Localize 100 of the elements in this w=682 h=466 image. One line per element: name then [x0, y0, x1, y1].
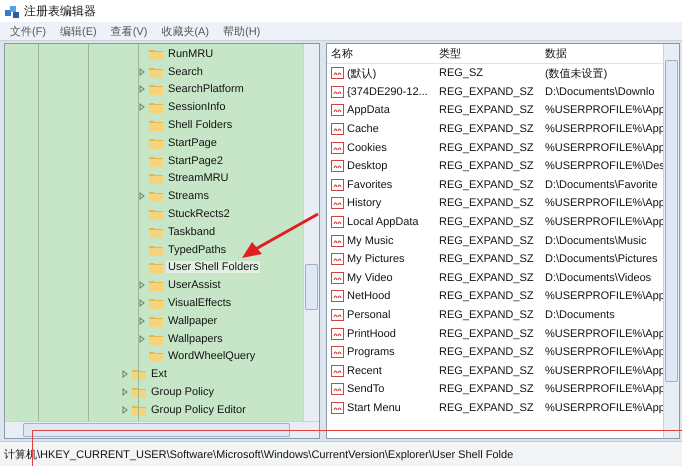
expand-arrow-icon[interactable]: [138, 103, 146, 112]
string-value-icon: [331, 382, 345, 396]
tree-item[interactable]: Ext: [149, 368, 169, 380]
table-cell-text: %USERPROFILE%\App: [544, 216, 661, 228]
string-value-icon: [331, 289, 345, 304]
tree-item[interactable]: StartPage2: [166, 154, 226, 167]
tree-item[interactable]: Wallpapers: [166, 332, 225, 345]
table-cell-text: REG_EXPAND_SZ: [438, 253, 535, 266]
tree-item[interactable]: SearchPlatform: [166, 83, 246, 96]
table-cell: Desktop: [347, 160, 388, 172]
tree-item[interactable]: Group Policy: [149, 386, 216, 398]
table-cell-text: %USERPROFILE%\App: [544, 383, 661, 396]
table-cell-text: REG_EXPAND_SZ: [438, 197, 535, 210]
expand-arrow-icon[interactable]: [121, 406, 129, 414]
table-cell-text: %USERPROFILE%\Des: [544, 160, 661, 172]
string-value-icon: [331, 159, 345, 174]
tree-item[interactable]: WordWheelQuery: [166, 350, 258, 362]
table-cell-text: REG_EXPAND_SZ: [438, 309, 535, 322]
string-value-icon: [331, 84, 345, 99]
string-value-icon: [331, 178, 345, 192]
tree-item[interactable]: SessionInfo: [166, 101, 228, 114]
string-value-icon: [331, 252, 345, 266]
table-cell: Personal: [347, 309, 390, 322]
table-cell: Local AppData: [347, 216, 419, 228]
table-cell: History: [347, 197, 382, 210]
table-cell-text: REG_EXPAND_SZ: [438, 328, 535, 340]
expand-arrow-icon[interactable]: [138, 299, 146, 308]
table-cell: My Pictures: [347, 253, 404, 266]
expand-arrow-icon[interactable]: [138, 316, 146, 325]
table-cell-text: %USERPROFILE%\App: [544, 402, 661, 414]
table-cell-text: REG_EXPAND_SZ: [438, 160, 535, 172]
tree-item[interactable]: StreamMRU: [166, 172, 231, 184]
tree-item[interactable]: StuckRects2: [166, 208, 232, 220]
vertical-scrollbar[interactable]: [663, 44, 679, 438]
string-value-icon: [331, 326, 345, 341]
tree-item[interactable]: Group Policy Editor: [149, 404, 248, 416]
expand-arrow-icon[interactable]: [121, 388, 129, 396]
menu-item[interactable]: 查看(V): [110, 24, 148, 38]
table-cell-text: REG_EXPAND_SZ: [438, 142, 535, 154]
horizontal-scrollbar[interactable]: [5, 421, 319, 438]
expand-arrow-icon[interactable]: [138, 192, 146, 200]
tree-item[interactable]: TypedPaths: [166, 244, 228, 256]
column-header[interactable]: 数据: [543, 46, 661, 61]
menu-item[interactable]: 文件(F): [10, 24, 46, 38]
tree-item[interactable]: StartPage: [166, 136, 219, 149]
table-cell-text: (数值未设置): [544, 66, 608, 81]
table-cell-text: D:\Documents\Music: [544, 234, 648, 247]
vertical-scrollbar[interactable]: [303, 44, 319, 421]
table-cell-text: (默认): [347, 66, 376, 81]
table-cell: Cookies: [347, 142, 387, 154]
tree-item[interactable]: RunMRU: [166, 48, 216, 60]
menu-item[interactable]: 收藏夹(A): [161, 24, 210, 38]
tree-item[interactable]: UserAssist: [166, 279, 223, 292]
string-value-icon: [331, 400, 345, 415]
tree-item[interactable]: User Shell Folders: [166, 261, 260, 274]
string-value-icon: [331, 234, 345, 248]
table-cell: Favorites: [347, 178, 392, 191]
expand-arrow-icon[interactable]: [138, 334, 146, 343]
tree-item[interactable]: Shell Folders: [166, 119, 234, 132]
table-cell-text: REG_EXPAND_SZ: [438, 402, 535, 414]
table-cell-text: REG_EXPAND_SZ: [438, 290, 535, 302]
string-value-icon: [331, 103, 345, 118]
table-cell-text: %USERPROFILE%\App: [544, 346, 661, 358]
table-cell-text: %USERPROFILE%\App: [544, 290, 661, 302]
table-cell-text: %USERPROFILE%\App: [544, 364, 661, 377]
tree-item[interactable]: Search: [166, 66, 205, 78]
table-cell-text: %USERPROFILE%\App: [544, 328, 661, 340]
tree-item[interactable]: Streams: [166, 190, 211, 202]
table-cell-text: D:\Documents\Downlo: [544, 86, 656, 98]
tree-item[interactable]: VisualEffects: [166, 297, 234, 310]
tree-item[interactable]: Taskband: [166, 226, 218, 238]
menu-item[interactable]: 编辑(E): [60, 24, 97, 38]
cubes-icon: [4, 3, 20, 19]
window-title: 注册表编辑器: [24, 2, 96, 20]
table-cell-text: D:\Documents\Videos: [544, 272, 652, 284]
string-value-icon: [331, 364, 345, 378]
column-header[interactable]: 类型: [435, 46, 543, 61]
table-cell: My Video: [347, 272, 393, 284]
expand-arrow-icon[interactable]: [138, 281, 146, 290]
table-cell-text: D:\Documents\Pictures: [544, 253, 658, 266]
table-cell: SendTo: [347, 383, 384, 396]
table-cell: NetHood: [347, 290, 390, 302]
string-value-icon: [331, 66, 345, 80]
column-header[interactable]: 名称: [327, 46, 435, 61]
string-value-icon: [331, 345, 345, 360]
table-cell-text: REG_EXPAND_SZ: [438, 272, 535, 284]
table-cell: Start Menu: [347, 402, 401, 414]
menu-item[interactable]: 帮助(H): [223, 24, 260, 38]
string-value-icon: [331, 215, 345, 230]
string-value-icon: [331, 196, 345, 210]
string-value-icon: [331, 122, 345, 136]
table-cell: Cache: [347, 123, 379, 136]
expand-arrow-icon[interactable]: [121, 370, 129, 378]
expand-arrow-icon[interactable]: [138, 85, 146, 94]
table-cell: PrintHood: [347, 328, 396, 340]
tree-item[interactable]: Wallpaper: [166, 314, 220, 327]
table-cell-text: REG_EXPAND_SZ: [438, 104, 535, 116]
expand-arrow-icon[interactable]: [138, 68, 146, 76]
table-cell-text: REG_EXPAND_SZ: [438, 383, 535, 396]
table-cell-text: REG_EXPAND_SZ: [438, 234, 535, 247]
